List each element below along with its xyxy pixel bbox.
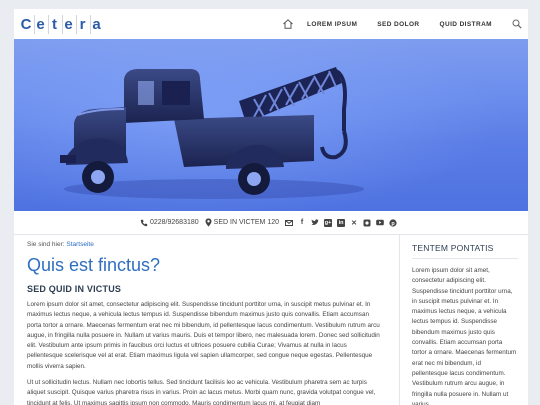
logo-letter: e — [62, 15, 74, 34]
logo-letter: t — [48, 15, 60, 34]
xing-icon[interactable]: ✕ — [350, 219, 358, 227]
logo-letter: a — [90, 15, 102, 34]
sidebar: TENTEM PONTATIS Lorem ipsum dolor sit am… — [412, 243, 518, 405]
twitter-icon[interactable] — [311, 219, 319, 227]
home-icon[interactable] — [282, 18, 294, 30]
page: C e t e r a LOREM IPSUM SED DOLOR QUID D… — [14, 9, 528, 405]
instagram-icon[interactable] — [363, 219, 371, 227]
sidebar-title: TENTEM PONTATIS — [412, 243, 518, 259]
map-marker-icon — [205, 218, 212, 227]
phone-item[interactable]: 0228/92683180 — [140, 219, 199, 227]
site-header: C e t e r a LOREM IPSUM SED DOLOR QUID D… — [14, 9, 528, 39]
google-plus-icon[interactable]: g+ — [324, 218, 333, 227]
breadcrumb-prefix: Sie sind hier: — [27, 241, 65, 248]
address-text: SED IN VICTEM 120 — [213, 219, 280, 226]
contact-bar: 0228/92683180 SED IN VICTEM 120 f g+ in … — [14, 211, 528, 235]
nav-item-quid-distram[interactable]: QUID DISTRAM — [440, 21, 492, 28]
breadcrumb: Sie sind hier: Startseite — [27, 241, 384, 248]
main-content: Sie sind hier: Startseite Quis est finct… — [27, 241, 384, 405]
youtube-icon[interactable] — [376, 219, 384, 227]
pinterest-icon[interactable]: p — [389, 218, 397, 227]
section-subtitle: SED QUID IN VICTUS — [27, 284, 122, 294]
phone-number: 0228/92683180 — [149, 219, 199, 226]
search-icon[interactable] — [512, 19, 522, 29]
body-paragraph: Lorem ipsum dolor sit amet, consectetur … — [27, 301, 380, 370]
facebook-icon[interactable]: f — [298, 219, 306, 227]
address-item[interactable]: SED IN VICTEM 120 — [205, 218, 279, 227]
tow-truck-image — [14, 39, 528, 211]
body-paragraph: Ut ut sollicitudin lectus. Nullam nec lo… — [27, 379, 376, 405]
breadcrumb-link-home[interactable]: Startseite — [66, 241, 93, 248]
phone-icon — [140, 219, 148, 226]
sidebar-text: Lorem ipsum dolor sit amet, consectetur … — [412, 267, 517, 405]
hero-image — [14, 39, 528, 211]
nav-item-lorem-ipsum[interactable]: LOREM IPSUM — [307, 21, 357, 28]
logo-letter: C — [20, 16, 32, 33]
main-nav: LOREM IPSUM SED DOLOR QUID DISTRAM — [282, 9, 528, 39]
linkedin-icon[interactable]: in — [337, 218, 346, 227]
logo-letter: r — [76, 15, 88, 34]
logo-letter: e — [34, 15, 46, 34]
nav-item-sed-dolor[interactable]: SED DOLOR — [377, 21, 419, 28]
mail-icon[interactable] — [285, 219, 294, 227]
social-links: f g+ in ✕ p — [285, 218, 402, 227]
page-title: Quis est finctus? — [27, 255, 161, 275]
column-divider — [399, 235, 400, 405]
logo[interactable]: C e t e r a — [20, 15, 104, 34]
